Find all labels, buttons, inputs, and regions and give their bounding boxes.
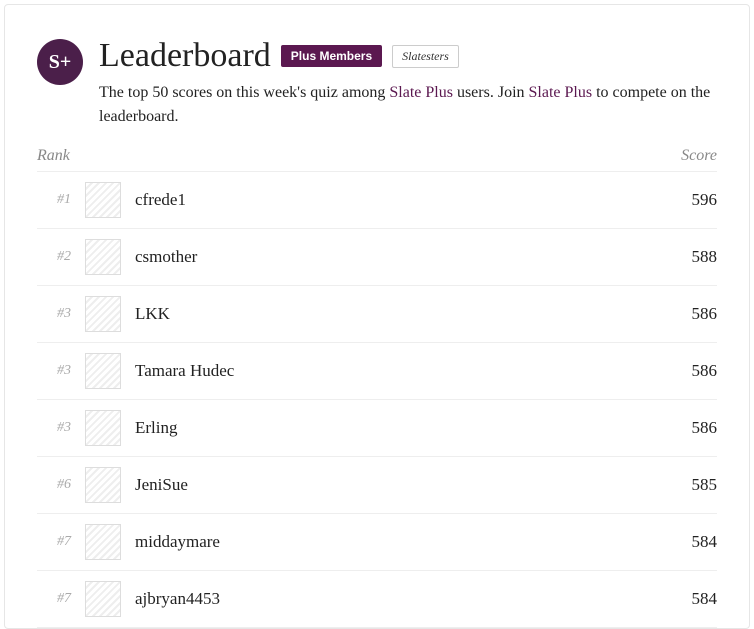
- subtitle: The top 50 scores on this week's quiz am…: [99, 81, 717, 129]
- table-row: #7 ajbryan4453 584: [37, 570, 717, 627]
- table-row: #1 cfrede1 596: [37, 171, 717, 228]
- tab-plus-members[interactable]: Plus Members: [281, 45, 382, 67]
- rank-cell: #7: [37, 591, 71, 607]
- score-cell: 586: [692, 304, 718, 324]
- avatar: [85, 239, 121, 275]
- tab-slatesters[interactable]: Slatesters: [392, 45, 459, 68]
- slate-plus-link-2[interactable]: Slate Plus: [529, 84, 593, 101]
- avatar: [85, 182, 121, 218]
- rank-cell: #2: [37, 249, 71, 265]
- score-cell: 596: [692, 190, 718, 210]
- leaderboard-card: S+ Leaderboard Plus Members Slatesters T…: [4, 4, 750, 629]
- table-row: #3 Erling 586: [37, 399, 717, 456]
- header: S+ Leaderboard Plus Members Slatesters T…: [37, 37, 717, 129]
- table-row: #6 JeniSue 585: [37, 456, 717, 513]
- leaderboard-rows: #1 cfrede1 596 #2 csmother 588 #3 LKK 586 #3 Tamar…: [37, 171, 717, 627]
- score-cell: 584: [692, 532, 718, 552]
- avatar: [85, 467, 121, 503]
- name-cell: LKK: [135, 304, 678, 324]
- name-cell: cfrede1: [135, 190, 678, 210]
- score-cell: 586: [692, 418, 718, 438]
- title-line: Leaderboard Plus Members Slatesters: [99, 37, 717, 75]
- table-header: Rank Score: [37, 135, 717, 171]
- table-row: #3 Tamara Hudec 586: [37, 342, 717, 399]
- rank-cell: #6: [37, 477, 71, 493]
- name-cell: ajbryan4453: [135, 589, 678, 609]
- name-cell: middaymare: [135, 532, 678, 552]
- header-text: Leaderboard Plus Members Slatesters The …: [99, 37, 717, 129]
- rank-cell: #3: [37, 306, 71, 322]
- name-cell: JeniSue: [135, 475, 678, 495]
- table-row: #7 middaymare 584: [37, 513, 717, 570]
- col-score: Score: [681, 147, 717, 165]
- score-cell: 586: [692, 361, 718, 381]
- rank-cell: #1: [37, 192, 71, 208]
- rank-cell: #3: [37, 363, 71, 379]
- score-cell: 585: [692, 475, 718, 495]
- row-divider-end: [37, 627, 717, 628]
- page-title: Leaderboard: [99, 37, 271, 75]
- rank-cell: #7: [37, 534, 71, 550]
- avatar: [85, 524, 121, 560]
- avatar: [85, 410, 121, 446]
- name-cell: csmother: [135, 247, 678, 267]
- table-row: #3 LKK 586: [37, 285, 717, 342]
- slate-plus-link-1[interactable]: Slate Plus: [389, 84, 453, 101]
- table-row: #2 csmother 588: [37, 228, 717, 285]
- avatar: [85, 581, 121, 617]
- slate-plus-logo: S+: [37, 39, 83, 85]
- score-cell: 584: [692, 589, 718, 609]
- subtitle-text-a: The top 50 scores on this week's quiz am…: [99, 84, 389, 101]
- name-cell: Erling: [135, 418, 678, 438]
- rank-cell: #3: [37, 420, 71, 436]
- name-cell: Tamara Hudec: [135, 361, 678, 381]
- score-cell: 588: [692, 247, 718, 267]
- col-rank: Rank: [37, 147, 70, 165]
- avatar: [85, 353, 121, 389]
- avatar: [85, 296, 121, 332]
- subtitle-text-c: users. Join: [453, 84, 529, 101]
